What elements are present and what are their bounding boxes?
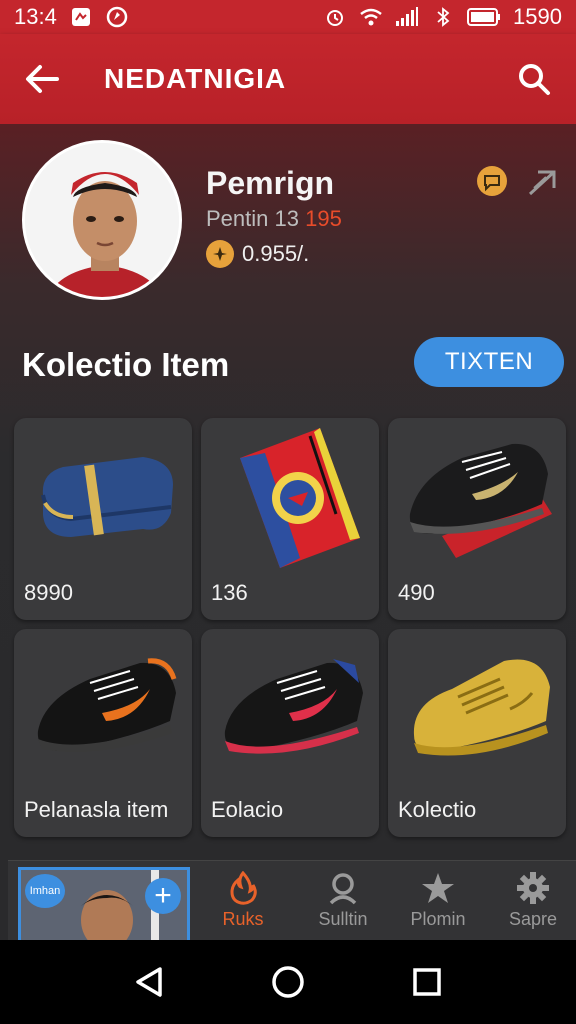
search-button[interactable] [512, 57, 556, 101]
bluetooth-icon [431, 5, 455, 29]
alarm-icon [323, 5, 347, 29]
status-time: 13:4 [14, 4, 57, 29]
profile-sub-accent: 195 [305, 206, 342, 231]
user-icon [329, 873, 357, 905]
collection-title: Kolectio Item [22, 346, 230, 383]
nav-item-sapre[interactable]: Sapre [488, 871, 576, 930]
collection-card-4[interactable]: Pelanasla item [14, 629, 192, 837]
collection-card-label: 136 [211, 580, 248, 605]
star-icon [422, 873, 454, 903]
battery-icon [467, 5, 501, 29]
flame-icon [230, 871, 257, 905]
nav-item-label: Sapre [508, 909, 558, 929]
triangle-back-icon [136, 967, 163, 997]
profile-sub-value: 13 [274, 206, 299, 231]
nav-item-ruks[interactable]: Ruks [198, 871, 288, 930]
black-orange-sneaker-item [14, 629, 192, 789]
collection-card-5[interactable]: Eolacio [201, 629, 379, 837]
collection-card-label: Kolectio [398, 797, 477, 822]
compass-icon [105, 5, 129, 29]
collection-card-2[interactable]: 136 [201, 418, 379, 620]
coin-amount: 0.955/. [242, 241, 310, 266]
profile-name: Pemrign [206, 165, 335, 201]
pennant-flag-item [201, 418, 379, 568]
system-recents-button[interactable] [405, 960, 449, 1004]
coin-balance: 0.955/. [206, 240, 309, 268]
circle-home-icon [272, 966, 304, 998]
app-notification-icon [69, 5, 93, 29]
signal-icon [395, 5, 419, 29]
collection-card-1[interactable]: 8990 [14, 418, 192, 620]
page-title: NEDATNIGIA [104, 63, 287, 94]
add-story-button[interactable]: + [145, 878, 181, 914]
bottom-navigation: Imhan + Ruks Sulltin Plomin Sapre [8, 860, 576, 941]
arrow-left-icon [26, 65, 59, 93]
profile-sub-prefix: Pentin [206, 206, 269, 231]
wifi-icon [359, 5, 383, 29]
collection-grid: 8990 136 490 Pelanasla item Eolacio Kole… [14, 418, 566, 837]
collection-card-6[interactable]: Kolectio [388, 629, 566, 837]
nav-item-sulltin[interactable]: Sulltin [298, 871, 388, 930]
system-navigation-bar [0, 940, 576, 1024]
system-home-button[interactable] [266, 960, 310, 1004]
collection-action-button[interactable]: TIXTEN [414, 337, 564, 387]
story-badge: Imhan [25, 874, 65, 908]
collection-card-label: Pelanasla item [24, 797, 169, 822]
nav-item-label: Sulltin [318, 909, 368, 929]
nav-item-label: Plomin [410, 909, 466, 929]
profile-subtitle: Pentin 13 195 [206, 206, 342, 232]
black-red-sneaker-item [201, 629, 379, 789]
collection-card-label: 8990 [24, 580, 73, 605]
share-arrow-icon [528, 170, 556, 196]
nav-item-plomin[interactable]: Plomin [393, 871, 483, 930]
story-preview[interactable]: Imhan + [18, 867, 190, 941]
share-button[interactable] [524, 164, 560, 200]
collection-card-3[interactable]: 490 [388, 418, 566, 620]
message-button[interactable] [474, 164, 510, 200]
collection-card-label: Eolacio [211, 797, 284, 822]
avatar[interactable] [22, 140, 182, 300]
status-bar: 13:4 1590 [0, 0, 576, 34]
yellow-sneaker-item [388, 629, 566, 789]
app-bar: NEDATNIGIA [0, 34, 576, 124]
search-icon [519, 64, 550, 95]
coin-icon [206, 240, 234, 268]
gear-icon [517, 872, 549, 904]
profile-photo [25, 143, 179, 297]
status-clock-text: 1590 [513, 4, 562, 29]
square-recents-icon [412, 968, 441, 996]
system-back-button[interactable] [127, 960, 171, 1004]
back-button[interactable] [20, 57, 64, 101]
folded-denim-item [14, 418, 192, 568]
chat-bubble-icon [477, 166, 507, 196]
nav-item-label: Ruks [222, 909, 264, 929]
collection-card-label: 490 [398, 580, 435, 605]
black-sneaker-item [388, 418, 566, 568]
